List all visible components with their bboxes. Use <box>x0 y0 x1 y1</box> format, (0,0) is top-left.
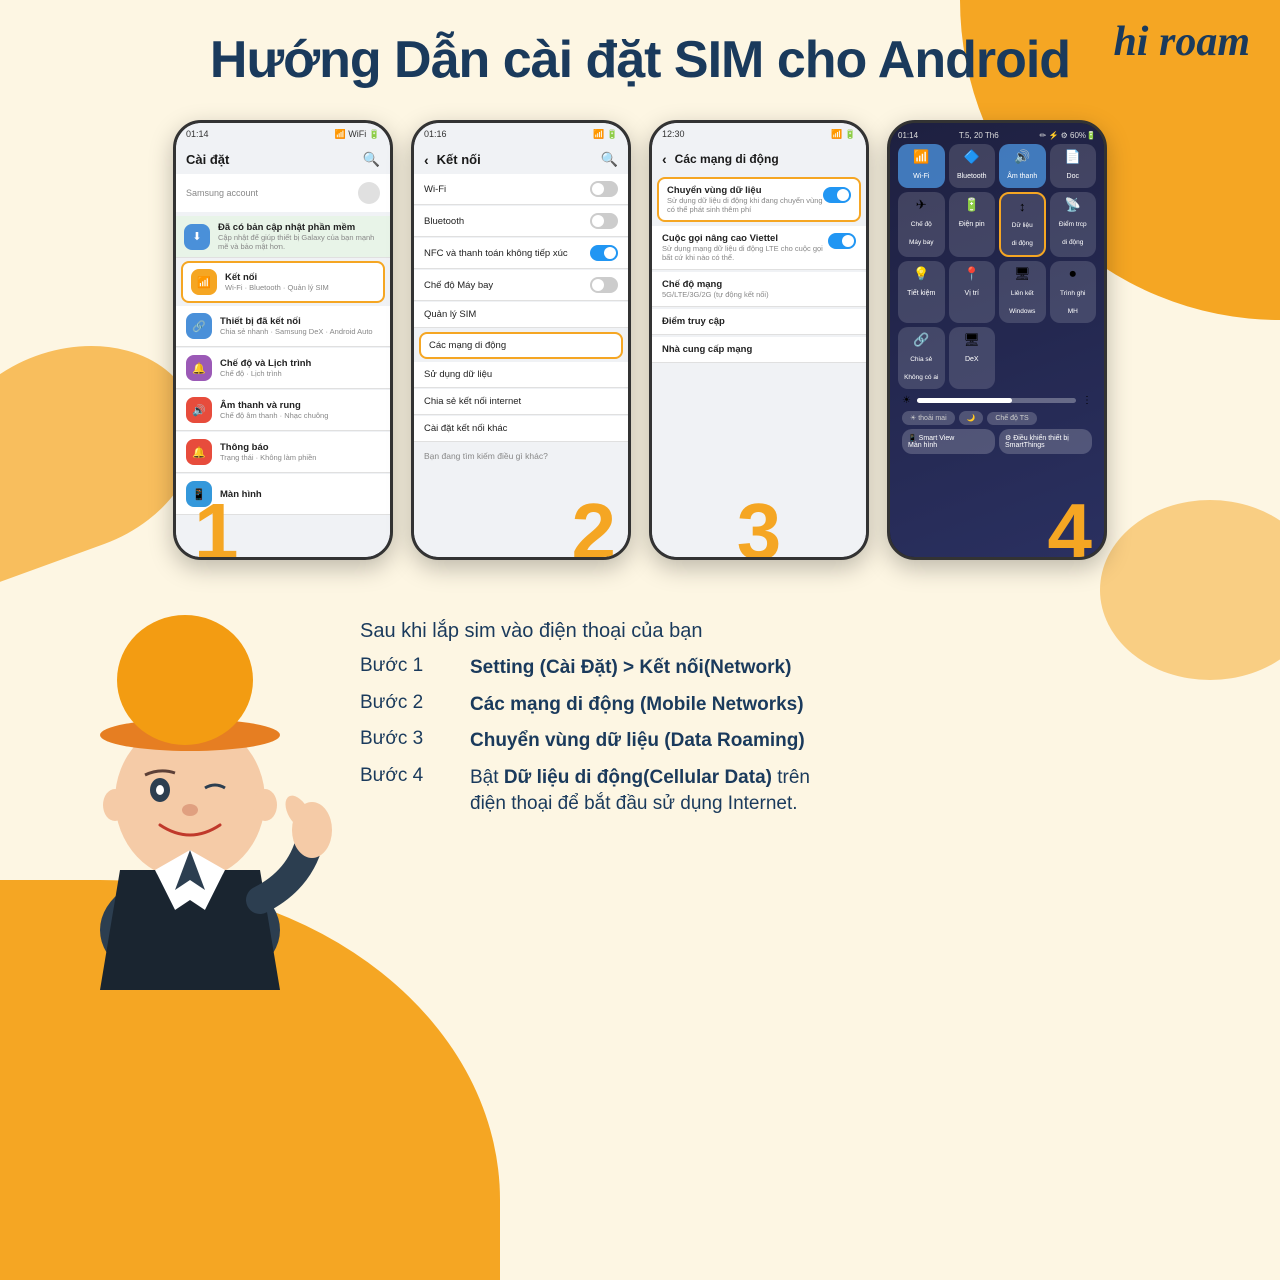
phone2-sim-item: Quản lý SIM <box>414 302 628 328</box>
phone4-tile-airplane: ✈ Chế độMáy bay <box>898 192 945 257</box>
phone-3-header: ‹ Các mạng di động <box>652 145 866 173</box>
phone-2: 01:16 📶 🔋 ‹ Kết nối 🔍 Wi-Fi B <box>411 120 631 560</box>
phone2-othersettings-item: Cài đặt kết nối khác <box>414 416 628 442</box>
phone2-nfc-item: NFC và thanh toán không tiếp xúc <box>414 238 628 269</box>
instructions-panel: Sau khi lắp sim vào điện thoại của bạn B… <box>360 590 1240 828</box>
phone-3: 12:30 📶 🔋 ‹ Các mạng di động Chuyển vùng… <box>649 120 869 560</box>
phone-2-header: ‹ Kết nối 🔍 <box>414 145 628 174</box>
phone-4-sliders: ☀ ⋮ ☀ thoải mai 🌙 Chế độ TS <box>898 395 1096 454</box>
phone-1-status-bar: 01:14 📶 WiFi 🔋 <box>176 123 390 145</box>
phone-4-tiles: 📶 Wi-Fi 🔷 Bluetooth 🔊 Âm thanh 📄 Doc <box>898 144 1096 389</box>
instruction-step-2: Bước 2 Các mạng di động (Mobile Networks… <box>360 692 1240 719</box>
phones-row: 01:14 📶 WiFi 🔋 Cài đặt 🔍 Samsung account <box>40 120 1240 560</box>
phone-4-status-bar: 01:14 T.5, 20 Th6 ✏ ⚡ ⚙ 60%🔋 <box>898 131 1096 140</box>
phone-3-time: 12:30 <box>662 129 685 139</box>
settings-item-notifications: 🔔 Thông báo Trạng thái · Không làm phiền <box>176 432 390 473</box>
phone4-tile-save: 💡 Tiết kiệm <box>898 261 945 323</box>
phone4-tile-sound: 🔊 Âm thanh <box>999 144 1046 188</box>
step-1-detail: Setting (Cài Đặt) > Kết nối(Network) <box>470 655 791 682</box>
phone4-tile-mobiledata-highlighted: ↕ Dữ liệudi động <box>999 192 1046 257</box>
phone3-apn-item: Điểm truy cập <box>652 309 866 335</box>
phone-1-title: Cài đặt <box>186 152 229 167</box>
phone3-networkmode-item: Chế độ mạng 5G/LTE/3G/2G (tự động kết nố… <box>652 272 866 307</box>
phone4-tile-wifi: 📶 Wi-Fi <box>898 144 945 188</box>
bottom-section: Sau khi lắp sim vào điện thoại của bạn B… <box>40 590 1240 970</box>
phone4-tile-share: 🔗 Chia sẻKhông có ai <box>898 327 945 389</box>
samsung-account-bar: Samsung account <box>176 174 390 212</box>
phone-4-bottom-controls: ☀ thoải mai 🌙 Chế độ TS <box>902 411 1092 425</box>
step-2-detail: Các mạng di động (Mobile Networks) <box>470 692 804 719</box>
instruction-step-4: Bước 4 Bật Dữ liệu di động(Cellular Data… <box>360 765 1240 818</box>
step-2-label: Bước 2 <box>360 692 470 719</box>
phone4-tile-doc: 📄 Doc <box>1050 144 1097 188</box>
phone2-footer: Bạn đang tìm kiếm điều gì khác? <box>414 443 628 469</box>
phone4-tile-battery: 🔋 Điện pin <box>949 192 996 257</box>
phone-1: 01:14 📶 WiFi 🔋 Cài đặt 🔍 Samsung account <box>173 120 393 560</box>
settings-item-connection-highlighted: 📶 Kết nối Wi-Fi · Bluetooth · Quản lý SI… <box>181 261 385 303</box>
phone2-mobilenetworks-highlighted: Các mạng di động <box>419 332 623 359</box>
step-1-label: Bước 1 <box>360 655 470 682</box>
phone4-tile-dex: 🖥 DeX <box>949 327 996 389</box>
phone-2-status-bar: 01:16 📶 🔋 <box>414 123 628 145</box>
step-number-4: 4 <box>1048 492 1093 560</box>
step-3-detail: Chuyển vùng dữ liệu (Data Roaming) <box>470 728 805 755</box>
settings-item-modes: 🔔 Chế độ và Lịch trình Chế độ · Lịch trì… <box>176 348 390 389</box>
step-number-3: 3 <box>737 492 782 560</box>
mascot-illustration <box>40 590 340 970</box>
phone2-wifi-item: Wi-Fi <box>414 174 628 205</box>
instruction-step-3: Bước 3 Chuyển vùng dữ liệu (Data Roaming… <box>360 728 1240 755</box>
step-3-label: Bước 3 <box>360 728 470 755</box>
phone2-hotspot-item: Chia sẻ kết nối internet <box>414 389 628 415</box>
brand-logo: hi roam <box>1113 18 1250 66</box>
phone-3-title: Các mạng di động <box>675 152 856 166</box>
phone2-datausage-item: Sử dụng dữ liệu <box>414 362 628 388</box>
phone4-tile-windows: 🖥 Liên kếtWindows <box>999 261 1046 323</box>
phone-2-title: Kết nối <box>437 152 601 167</box>
step-number-1: 1 <box>194 492 239 560</box>
settings-item-sound: 🔊 Âm thanh và rung Chế độ âm thanh · Nhạ… <box>176 390 390 431</box>
phone4-tile-record: ⏺ Trình ghiMH <box>1050 261 1097 323</box>
phone3-viettel-item: Cuộc gọi nâng cao Viettel Sử dụng mạng d… <box>652 226 866 270</box>
mascot-svg <box>40 590 340 990</box>
phone3-operator-item: Nhà cung cấp mạng <box>652 337 866 363</box>
page-title: Hướng Dẫn cài đặt SIM cho Android <box>40 30 1240 90</box>
phone-1-time: 01:14 <box>186 129 209 139</box>
phone2-airplane-item: Chế độ Máy bay <box>414 270 628 301</box>
intro-text: Sau khi lắp sim vào điện thoại của bạn <box>360 620 1240 643</box>
instruction-step-1: Bước 1 Setting (Cài Đặt) > Kết nối(Netwo… <box>360 655 1240 682</box>
phone-4: 01:14 T.5, 20 Th6 ✏ ⚡ ⚙ 60%🔋 📶 Wi-Fi 🔷 B… <box>887 120 1107 560</box>
phone-2-time: 01:16 <box>424 129 447 139</box>
account-avatar <box>358 182 380 204</box>
settings-item-devices: 🔗 Thiết bị đã kết nối Chia sẻ nhanh · Sa… <box>176 306 390 347</box>
settings-item-update: ⬇ Đã có bản cập nhật phần mềm Cập nhật đ… <box>176 216 390 258</box>
phone4-tile-hotspot: 📡 Điểm trcpdi động <box>1050 192 1097 257</box>
phone2-bluetooth-item: Bluetooth <box>414 206 628 237</box>
phone-1-header: Cài đặt 🔍 <box>176 145 390 174</box>
brightness-slider-row: ☀ ⋮ <box>902 395 1092 406</box>
step-number-2: 2 <box>572 492 617 560</box>
step-4-detail: Bật Dữ liệu di động(Cellular Data) trênđ… <box>470 765 810 818</box>
phone-3-status-bar: 12:30 📶 🔋 <box>652 123 866 145</box>
phone3-dataroaming-highlighted: Chuyển vùng dữ liệu Sử dụng dữ liệu di đ… <box>657 177 861 222</box>
phone-4-smart-controls: 📱 Smart ViewMàn hình ⚙ Điều khiển thiết … <box>902 429 1092 454</box>
step-4-label: Bước 4 <box>360 765 470 818</box>
phone4-tile-bluetooth: 🔷 Bluetooth <box>949 144 996 188</box>
phone4-tile-location: 📍 Vị trí <box>949 261 996 323</box>
